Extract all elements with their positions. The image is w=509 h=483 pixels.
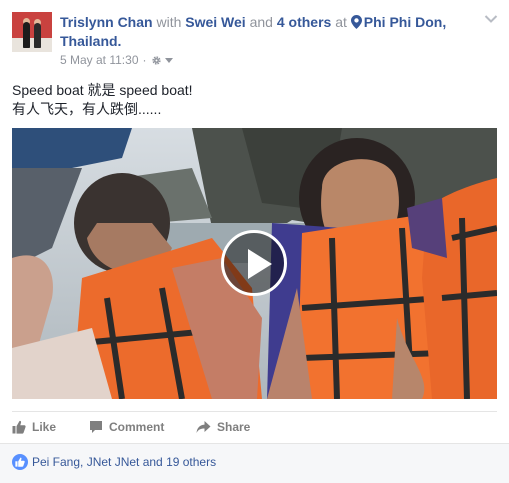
feed-post: Trislynn Chan with Swei Wei and 4 others… xyxy=(0,0,509,483)
and-text: and xyxy=(249,14,273,30)
author-avatar[interactable] xyxy=(12,12,52,52)
avatar-background xyxy=(12,12,52,38)
tagged-friend-link[interactable]: Swei Wei xyxy=(185,14,245,30)
meta-separator: · xyxy=(142,53,147,67)
post-meta: 5 May at 11:30 · xyxy=(60,53,173,67)
post-message: Speed boat 就是 speed boat! 有人飞天，有人跌倒.....… xyxy=(12,81,193,119)
actions-divider xyxy=(12,411,497,412)
avatar-person xyxy=(23,22,30,48)
map-pin-icon xyxy=(350,15,362,29)
at-text: at xyxy=(335,14,347,30)
chevron-down-icon[interactable] xyxy=(484,14,498,24)
play-icon xyxy=(248,249,272,279)
comment-button[interactable]: Comment xyxy=(89,418,164,436)
post-text-line: 有人飞天，有人跌倒...... xyxy=(12,101,162,117)
share-arrow-icon xyxy=(196,421,211,433)
like-button[interactable]: Like xyxy=(12,418,56,436)
post-text-line: Speed boat 就是 speed boat! xyxy=(12,82,193,98)
play-button[interactable] xyxy=(221,230,287,296)
like-label: Like xyxy=(32,420,57,434)
post-header: Trislynn Chan with Swei Wei and 4 others… xyxy=(60,13,470,51)
gear-icon[interactable] xyxy=(151,55,162,66)
others-link[interactable]: 4 others xyxy=(277,14,331,30)
like-badge-icon[interactable] xyxy=(12,454,28,470)
avatar-person xyxy=(34,23,41,48)
speech-bubble-icon xyxy=(90,421,102,433)
comment-label: Comment xyxy=(109,420,165,434)
thumbs-up-icon xyxy=(12,420,26,434)
with-text: with xyxy=(156,14,182,30)
likers-link[interactable]: Pei Fang, JNet JNet and 19 others xyxy=(32,454,216,470)
thumbs-up-icon xyxy=(15,457,25,467)
author-name-link[interactable]: Trislynn Chan xyxy=(60,14,153,30)
post-timestamp[interactable]: 5 May at 11:30 xyxy=(60,53,139,67)
share-button[interactable]: Share xyxy=(196,418,250,436)
share-label: Share xyxy=(217,420,251,434)
avatar-floor xyxy=(12,38,52,52)
privacy-caret-icon[interactable] xyxy=(164,58,173,63)
